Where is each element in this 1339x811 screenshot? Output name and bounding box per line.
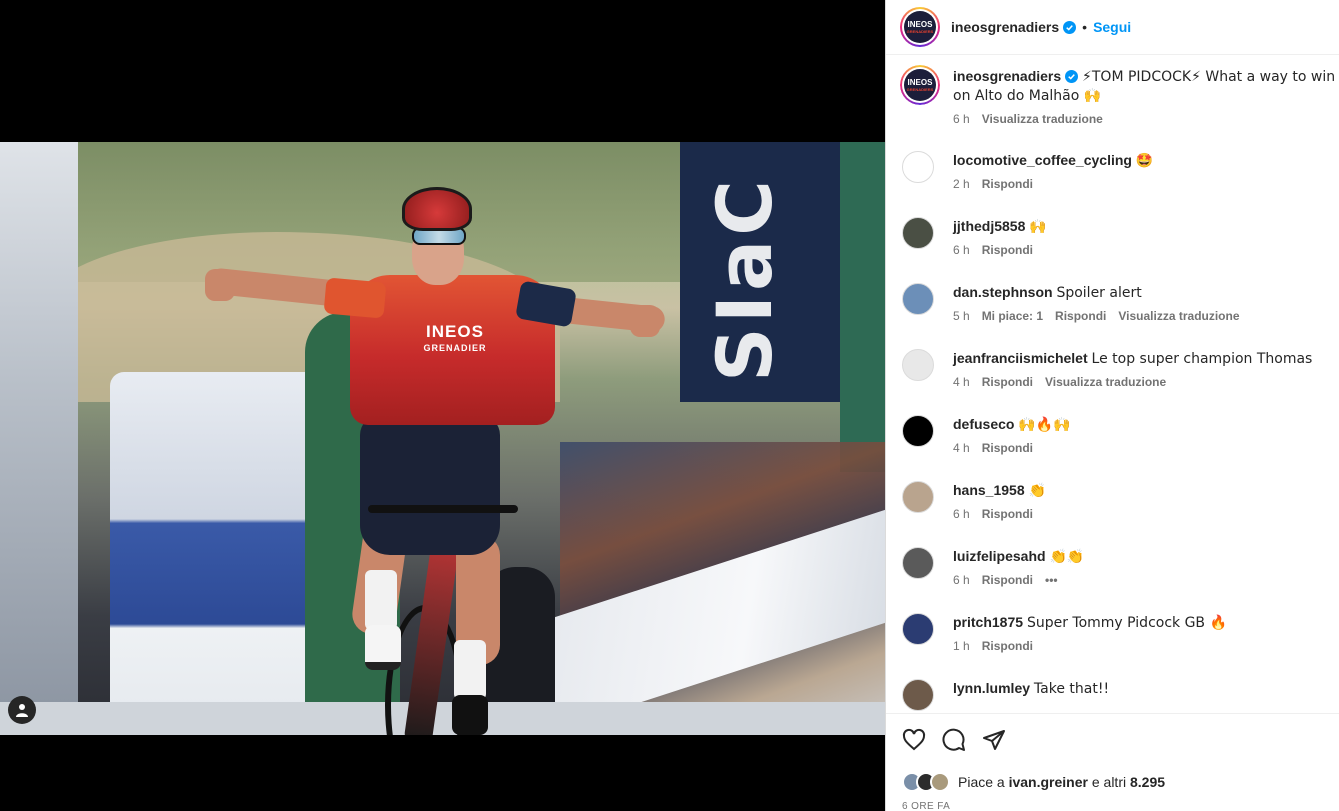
comment-bubble-icon[interactable] <box>942 728 966 752</box>
rider-sock-right <box>454 640 486 700</box>
post-side-panel: INEOS GRENADIERS ineosgrenadiers • Segui … <box>885 0 1339 811</box>
comment-text: Spoiler alert <box>1056 285 1142 301</box>
caption-time[interactable]: 6 h <box>953 112 970 126</box>
comment-username[interactable]: dan.stephnson <box>953 284 1053 300</box>
post-footer: Piace a ivan.greiner e altri 8.295 6 ORE… <box>886 713 1339 811</box>
comment-time[interactable]: 4 h <box>953 375 970 389</box>
rider-sleeve-left <box>323 277 387 319</box>
comment-more-button[interactable]: ••• <box>1045 573 1058 587</box>
comment-text: 👏👏 <box>1049 549 1085 565</box>
comment-text: 🙌🔥🙌 <box>1018 417 1071 433</box>
comment-time[interactable]: 6 h <box>953 243 970 257</box>
caption-translate[interactable]: Visualizza traduzione <box>982 112 1103 126</box>
comment-avatar[interactable] <box>902 613 934 645</box>
photo-pole <box>0 142 78 735</box>
header-avatar[interactable]: INEOS GRENADIERS <box>900 7 940 47</box>
comment-avatar[interactable] <box>902 679 934 711</box>
rider-shoe-right <box>452 695 488 735</box>
header-username[interactable]: ineosgrenadiers <box>951 19 1059 35</box>
post-timestamp[interactable]: 6 ORE FA <box>902 801 950 811</box>
jersey-sub-text: GRENADIER <box>423 343 487 353</box>
comment-text: 👏 <box>1028 483 1046 499</box>
comment-username[interactable]: defuseco <box>953 416 1014 432</box>
likes-count[interactable]: 8.295 <box>1130 774 1165 790</box>
photo-banner-text: SIaC <box>700 175 789 382</box>
comment-username[interactable]: jeanfranciismichelet <box>953 350 1088 366</box>
comment-avatar[interactable] <box>902 217 934 249</box>
bike-handlebars <box>368 505 518 513</box>
comment-time[interactable]: 4 h <box>953 441 970 455</box>
reply-button[interactable]: Rispondi <box>982 375 1033 389</box>
avatar-logo-text: INEOS <box>907 19 933 29</box>
reply-button[interactable]: Rispondi <box>982 573 1033 587</box>
comment-username[interactable]: pritch1875 <box>953 614 1023 630</box>
liker-avatar[interactable] <box>930 772 950 792</box>
verified-badge-icon <box>1063 20 1077 34</box>
comment-username[interactable]: lynn.lumley <box>953 680 1030 696</box>
reply-button[interactable]: Rispondi <box>982 441 1033 455</box>
avatar-logo-sub: GRENADIERS <box>906 28 934 34</box>
photo-rider: INEOS GRENADIER <box>200 185 670 735</box>
likes-prefix: Piace a <box>958 774 1005 790</box>
caption-avatar-sub: GRENADIERS <box>906 86 934 92</box>
comment-text: 🙌 <box>1029 219 1047 235</box>
caption-avatar[interactable]: INEOS GRENADIERS <box>900 65 940 105</box>
comment-text: Le top super champion Thomas <box>1091 351 1313 367</box>
likes-user[interactable]: ivan.greiner <box>1009 774 1088 790</box>
comment-avatar[interactable] <box>902 481 934 513</box>
post-header: INEOS GRENADIERS ineosgrenadiers • Segui <box>886 0 1339 55</box>
comment-time[interactable]: 6 h <box>953 507 970 521</box>
comment-username[interactable]: hans_1958 <box>953 482 1025 498</box>
reply-button[interactable]: Rispondi <box>982 507 1033 521</box>
rider-shorts <box>360 415 500 555</box>
rider-helmet <box>402 187 472 231</box>
caption-username[interactable]: ineosgrenadiers <box>953 68 1061 84</box>
comment-avatar[interactable] <box>902 151 934 183</box>
rider-fist-right <box>630 305 660 337</box>
reply-button[interactable]: Rispondi <box>982 243 1033 257</box>
comment-time[interactable]: 1 h <box>953 639 970 653</box>
caption-verified-icon <box>1065 70 1079 83</box>
follow-button[interactable]: Segui <box>1093 19 1131 35</box>
reply-button[interactable]: Rispondi <box>982 177 1033 191</box>
comment-username[interactable]: locomotive_coffee_cycling <box>953 152 1132 168</box>
comment-avatar[interactable] <box>902 283 934 315</box>
action-bar <box>902 728 1006 752</box>
comment-text: Take that!! <box>1033 681 1110 697</box>
comment-time[interactable]: 5 h <box>953 309 970 323</box>
header-separator: • <box>1082 19 1088 35</box>
comments-list[interactable]: INEOS GRENADIERS ineosgrenadiers ⚡TOM PID… <box>886 55 1339 713</box>
share-send-icon[interactable] <box>982 728 1006 752</box>
like-heart-icon[interactable] <box>902 728 926 752</box>
rider-sock-left <box>365 570 397 630</box>
comment-likes[interactable]: Mi piace: 1 <box>982 309 1043 323</box>
likes-summary: Piace a ivan.greiner e altri 8.295 <box>902 772 1165 792</box>
caption-avatar-text: INEOS <box>907 77 933 87</box>
comment-text: Super Tommy Pidcock GB 🔥 <box>1026 615 1227 631</box>
tagged-user-icon[interactable] <box>8 696 36 724</box>
post-photo[interactable]: SIaC INEOS GRENADIER <box>0 142 885 735</box>
comment-username[interactable]: jjthedj5858 <box>953 218 1025 234</box>
media-area: SIaC INEOS GRENADIER <box>0 0 885 811</box>
reply-button[interactable]: Rispondi <box>1055 309 1106 323</box>
comment-time[interactable]: 2 h <box>953 177 970 191</box>
comment-avatar[interactable] <box>902 547 934 579</box>
comment-avatar[interactable] <box>902 349 934 381</box>
rider-fist-left <box>205 269 235 301</box>
comment-text: 🤩 <box>1135 153 1154 169</box>
translate-button[interactable]: Visualizza traduzione <box>1045 375 1166 389</box>
likes-mid: e altri <box>1091 774 1127 790</box>
photo-banner-green <box>840 142 885 472</box>
comment-username[interactable]: luizfelipesahd <box>953 548 1046 564</box>
comment-time[interactable]: 6 h <box>953 573 970 587</box>
comment-avatar[interactable] <box>902 415 934 447</box>
translate-button[interactable]: Visualizza traduzione <box>1118 309 1239 323</box>
reply-button[interactable]: Rispondi <box>982 639 1033 653</box>
jersey-logo-text: INEOS <box>426 322 484 341</box>
instagram-post-view: SIaC INEOS GRENADIER INEOS GRENADIERS in… <box>0 0 1339 811</box>
rider-shoe-left <box>365 625 401 670</box>
